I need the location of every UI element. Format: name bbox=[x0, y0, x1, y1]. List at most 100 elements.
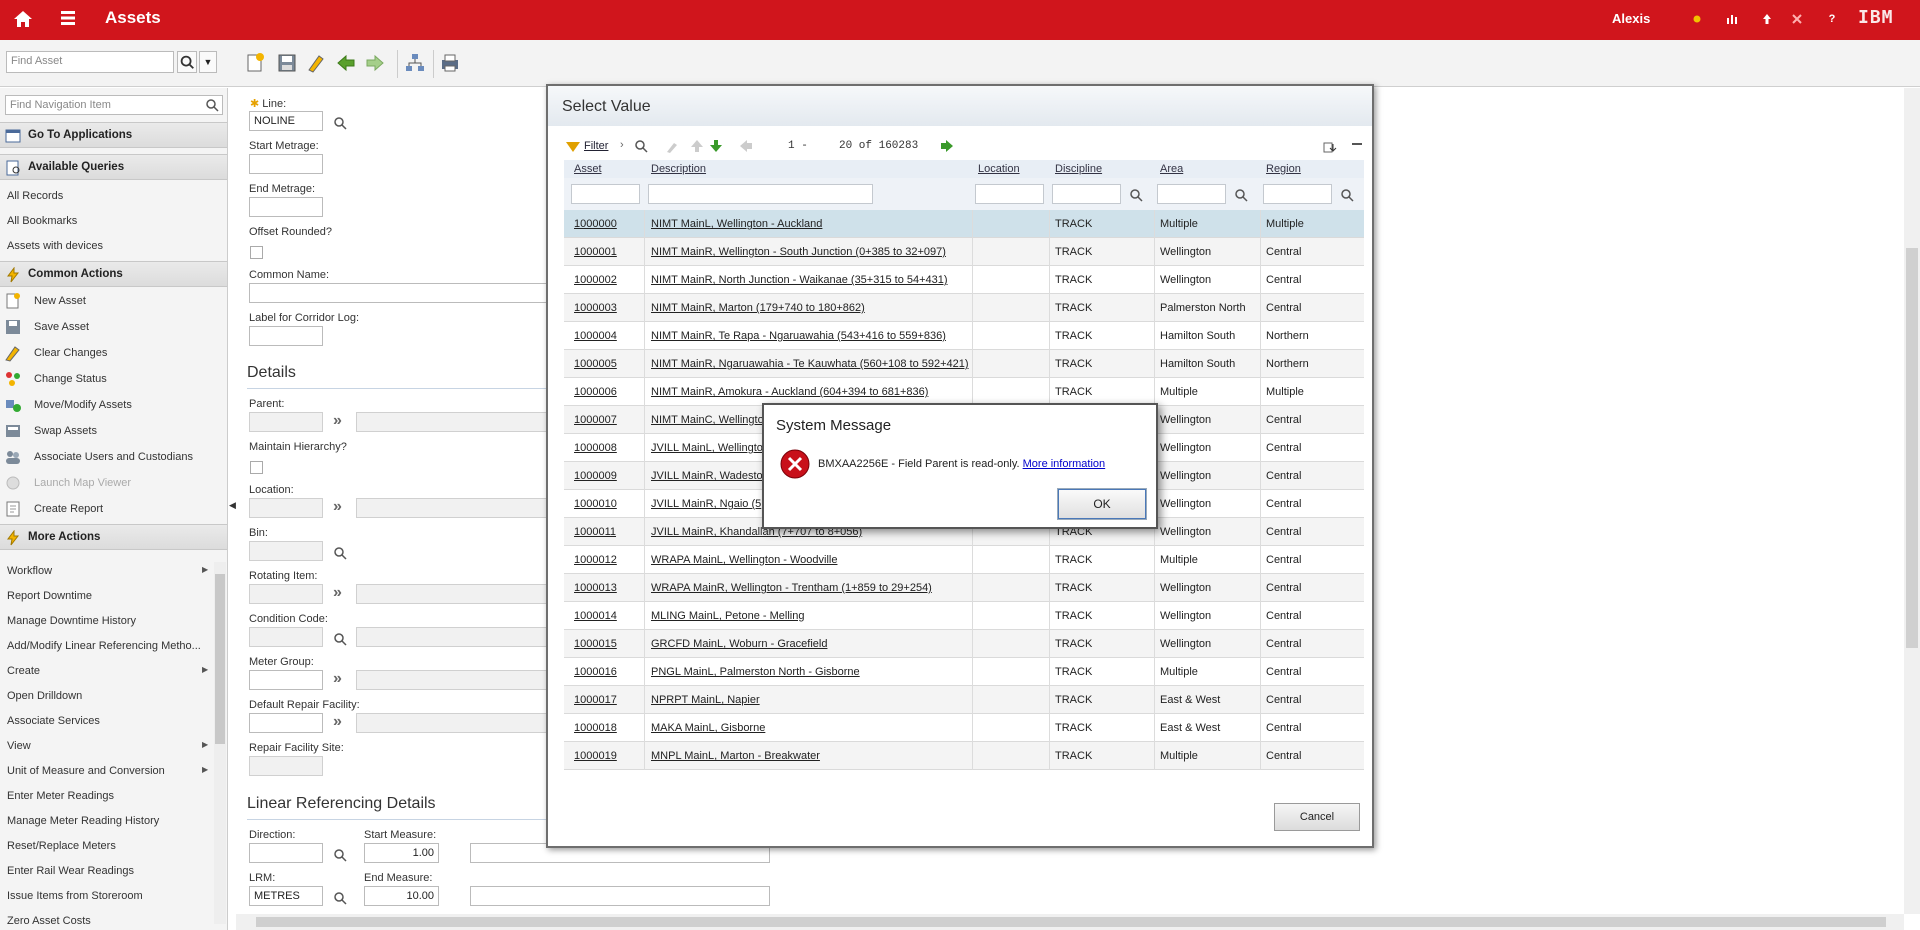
lrm-input[interactable]: METRES bbox=[249, 886, 323, 906]
asset-cell[interactable]: 1000013 bbox=[574, 582, 617, 594]
area-filter-input[interactable] bbox=[1157, 184, 1226, 204]
common-name-input[interactable] bbox=[249, 283, 549, 303]
clear-changes-icon[interactable] bbox=[305, 52, 327, 74]
start-measure-input[interactable]: 1.00 bbox=[364, 843, 439, 863]
asset-cell[interactable]: 1000010 bbox=[574, 498, 617, 510]
table-row[interactable]: 1000018 MAKA MainL, Gisborne TRACK East & W… bbox=[564, 714, 1364, 742]
asset-cell[interactable]: 1000003 bbox=[574, 302, 617, 314]
more-action-manage-meter-history[interactable]: Manage Meter Reading History bbox=[7, 815, 159, 827]
more-action-create[interactable]: Create ▶ bbox=[7, 665, 208, 677]
filter-link[interactable]: Filter bbox=[584, 140, 608, 152]
more-information-link[interactable]: More information bbox=[1023, 458, 1106, 470]
direction-input[interactable] bbox=[249, 843, 323, 863]
action-move-modify-assets[interactable]: Move/Modify Assets bbox=[0, 393, 227, 417]
search-icon[interactable] bbox=[205, 98, 219, 112]
table-row[interactable]: 1000019 MNPL MainL, Marton - Breakwater TR… bbox=[564, 742, 1364, 770]
meter-group-input[interactable] bbox=[249, 670, 323, 690]
new-record-icon[interactable] bbox=[244, 52, 266, 74]
table-row[interactable]: 1000004 NIMT MainR, Te Rapa - Ngaruawahia… bbox=[564, 322, 1364, 350]
asset-cell[interactable]: 1000007 bbox=[574, 414, 617, 426]
more-action-rail-wear[interactable]: Enter Rail Wear Readings bbox=[7, 865, 134, 877]
start-metrage-input[interactable] bbox=[249, 154, 323, 174]
description-cell[interactable]: MLING MainL, Petone - Melling bbox=[651, 610, 804, 622]
more-action-enter-meter-readings[interactable]: Enter Meter Readings bbox=[7, 790, 114, 802]
asset-cell[interactable]: 1000004 bbox=[574, 330, 617, 342]
home-icon[interactable] bbox=[12, 8, 34, 30]
description-cell[interactable]: NIMT MainC, Wellingto bbox=[651, 414, 764, 426]
arrow-down-icon[interactable] bbox=[709, 139, 723, 153]
table-row[interactable]: 1000003 NIMT MainR, Marton (179+740 to 18… bbox=[564, 294, 1364, 322]
next-icon[interactable] bbox=[364, 52, 386, 74]
search-icon[interactable] bbox=[333, 632, 347, 646]
maintain-hierarchy-checkbox[interactable] bbox=[250, 461, 263, 474]
asset-cell[interactable]: 1000012 bbox=[574, 554, 617, 566]
corridor-log-input[interactable] bbox=[249, 326, 323, 346]
table-row[interactable]: 1000000 NIMT MainL, Wellington - Auckland… bbox=[564, 210, 1364, 238]
find-asset-input[interactable]: Find Asset bbox=[6, 51, 174, 73]
asset-cell[interactable]: 1000002 bbox=[574, 274, 617, 286]
condition-code-input[interactable] bbox=[249, 627, 323, 647]
description-cell[interactable]: GRCFD MainL, Woburn - Gracefield bbox=[651, 638, 827, 650]
repair-facility-site-input[interactable] bbox=[249, 756, 323, 776]
nav-scrollbar-thumb[interactable] bbox=[215, 574, 225, 744]
table-row[interactable]: 1000013 WRAPA MainR, Wellington - Trentha… bbox=[564, 574, 1364, 602]
description-cell[interactable]: JVILL MainR, Ngaio (5 bbox=[651, 498, 761, 510]
nav-scrollbar[interactable] bbox=[214, 562, 226, 924]
search-icon[interactable] bbox=[634, 139, 648, 153]
asset-cell[interactable]: 1000006 bbox=[574, 386, 617, 398]
more-action-issue-items[interactable]: Issue Items from Storeroom bbox=[7, 890, 143, 902]
location-filter-input[interactable] bbox=[975, 184, 1044, 204]
description-cell[interactable]: JVILL MainL, Wellingto bbox=[651, 442, 763, 454]
action-clear-changes[interactable]: Clear Changes bbox=[0, 341, 227, 365]
more-action-linear-referencing[interactable]: Add/Modify Linear Referencing Metho... bbox=[7, 640, 201, 652]
line-input[interactable]: NOLINE bbox=[249, 111, 323, 131]
rotating-item-input[interactable] bbox=[249, 584, 323, 604]
search-icon[interactable] bbox=[333, 891, 347, 905]
nav-search-input[interactable]: Find Navigation Item bbox=[5, 95, 223, 115]
table-row[interactable]: 1000015 GRCFD MainL, Woburn - Gracefield T… bbox=[564, 630, 1364, 658]
detail-menu-icon[interactable]: » bbox=[333, 499, 349, 515]
description-cell[interactable]: JVILL MainR, Wadesto bbox=[651, 470, 763, 482]
column-header-location[interactable]: Location bbox=[978, 163, 1020, 175]
description-cell[interactable]: NIMT MainR, Ngaruawahia - Te Kauwhata (5… bbox=[651, 358, 969, 370]
description-cell[interactable]: MAKA MainL, Gisborne bbox=[651, 722, 765, 734]
asset-cell[interactable]: 1000005 bbox=[574, 358, 617, 370]
description-cell[interactable]: NIMT MainR, Wellington - South Junction … bbox=[651, 246, 946, 258]
detail-menu-icon[interactable]: » bbox=[333, 671, 349, 687]
end-measure-input[interactable]: 10.00 bbox=[364, 886, 439, 906]
description-cell[interactable]: WRAPA MainR, Wellington - Trentham (1+85… bbox=[651, 582, 932, 594]
table-row[interactable]: 1000016 PNGL MainL, Palmerston North - Gi… bbox=[564, 658, 1364, 686]
end-measure-extra-input[interactable] bbox=[470, 886, 770, 906]
collapse-nav-icon[interactable]: ◀ bbox=[229, 500, 236, 514]
user-name[interactable]: Alexis bbox=[1612, 11, 1650, 26]
action-save-asset[interactable]: Save Asset bbox=[0, 315, 227, 339]
search-icon[interactable] bbox=[1129, 188, 1143, 202]
more-action-reset-replace-meters[interactable]: Reset/Replace Meters bbox=[7, 840, 116, 852]
more-action-workflow[interactable]: Workflow ▶ bbox=[7, 565, 208, 577]
search-icon[interactable] bbox=[333, 848, 347, 862]
profile-icon[interactable] bbox=[1760, 12, 1774, 26]
search-icon[interactable] bbox=[177, 51, 197, 73]
region-filter-input[interactable] bbox=[1263, 184, 1332, 204]
close-icon[interactable] bbox=[1790, 12, 1804, 26]
table-row[interactable]: 1000001 NIMT MainR, Wellington - South Ju… bbox=[564, 238, 1364, 266]
description-cell[interactable]: MNPL MainL, Marton - Breakwater bbox=[651, 750, 820, 762]
description-cell[interactable]: NPRPT MainL, Napier bbox=[651, 694, 760, 706]
offset-rounded-checkbox[interactable] bbox=[250, 246, 263, 259]
search-icon[interactable] bbox=[333, 546, 347, 560]
action-swap-assets[interactable]: Swap Assets bbox=[0, 419, 227, 443]
asset-cell[interactable]: 1000019 bbox=[574, 750, 617, 762]
bin-input[interactable] bbox=[249, 541, 323, 561]
table-row[interactable]: 1000002 NIMT MainR, North Junction - Waik… bbox=[564, 266, 1364, 294]
description-cell[interactable]: PNGL MainL, Palmerston North - Gisborne bbox=[651, 666, 860, 678]
more-action-associate-services[interactable]: Associate Services bbox=[7, 715, 100, 727]
more-action-manage-downtime[interactable]: Manage Downtime History bbox=[7, 615, 136, 627]
action-create-report[interactable]: Create Report bbox=[0, 497, 227, 521]
description-cell[interactable]: WRAPA MainL, Wellington - Woodville bbox=[651, 554, 837, 566]
column-header-region[interactable]: Region bbox=[1266, 163, 1301, 175]
end-metrage-input[interactable] bbox=[249, 197, 323, 217]
menu-icon[interactable] bbox=[58, 8, 78, 28]
bulletin-icon[interactable] bbox=[1690, 12, 1704, 26]
column-header-area[interactable]: Area bbox=[1160, 163, 1183, 175]
action-associate-users[interactable]: Associate Users and Custodians bbox=[0, 445, 227, 469]
